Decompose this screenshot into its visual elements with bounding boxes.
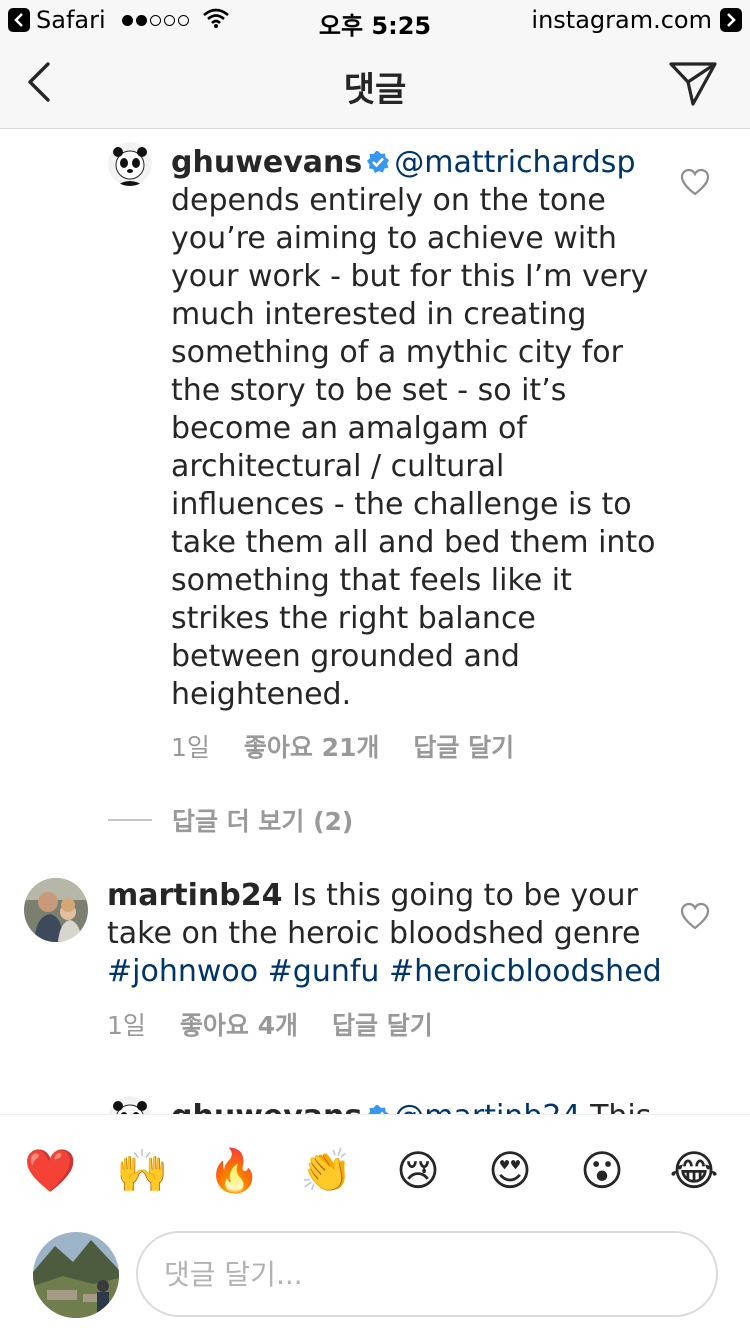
comment-text: ghuwevans @mattrichardsp depends entirely… bbox=[171, 144, 661, 714]
paper-plane-icon[interactable] bbox=[668, 58, 718, 108]
comment-item: ghuwevans @martinb24 This bbox=[0, 1092, 750, 1114]
emoji-quick-bar: ❤️ 🙌 🔥 👏 😢 😍 😮 😂 bbox=[0, 1114, 750, 1224]
verified-badge-icon bbox=[366, 146, 390, 173]
comment-text: ghuwevans @martinb24 This bbox=[171, 1098, 731, 1114]
comment-mention[interactable]: @martinb24 bbox=[394, 1099, 580, 1114]
nav-bar: 댓글 bbox=[0, 40, 750, 129]
comment-line: depends entirely on the tone bbox=[171, 183, 606, 218]
emoji-laughing-button[interactable]: 😂 bbox=[668, 1145, 720, 1197]
emoji-raised-hands-button[interactable]: 🙌 bbox=[116, 1145, 168, 1197]
comment-body: This bbox=[590, 1099, 651, 1114]
comment-item: martinb24 Is this going to be your take … bbox=[0, 870, 750, 1070]
comment-username[interactable]: martinb24 bbox=[107, 878, 283, 913]
comment-line: your work - but for this I’m very bbox=[171, 259, 649, 294]
avatar[interactable] bbox=[24, 878, 88, 942]
host-label: instagram.com bbox=[531, 6, 712, 34]
comment-hashtags[interactable]: #johnwoo #gunfu #heroicbloodshed bbox=[107, 953, 667, 991]
comment-line: heightened. bbox=[171, 677, 352, 712]
comment-line: something of a mythic city for bbox=[171, 335, 623, 370]
comment-meta: 1일 좋아요 4개 답글 달기 bbox=[107, 1006, 433, 1042]
verified-badge-icon bbox=[366, 1100, 390, 1114]
comment-composer bbox=[0, 1224, 750, 1334]
comment-mention[interactable]: @mattrichardsp bbox=[394, 145, 635, 180]
emoji-heart-eyes-button[interactable]: 😍 bbox=[484, 1145, 536, 1197]
view-more-replies[interactable]: 답글 더 보기 (2) bbox=[108, 802, 353, 838]
comment-line: influences - the challenge is to bbox=[171, 487, 632, 522]
avatar bbox=[33, 1232, 119, 1318]
page-title: 댓글 bbox=[343, 70, 407, 110]
avatar[interactable] bbox=[108, 1096, 152, 1114]
comment-line: between grounded and bbox=[171, 639, 520, 674]
comment-date: 1일 bbox=[107, 1011, 146, 1040]
comment-username[interactable]: ghuwevans bbox=[171, 145, 362, 180]
emoji-surprised-button[interactable]: 😮 bbox=[576, 1145, 628, 1197]
reply-button[interactable]: 답글 달기 bbox=[413, 728, 514, 764]
view-more-replies-label: 답글 더 보기 (2) bbox=[172, 807, 354, 836]
comment-input[interactable] bbox=[136, 1231, 718, 1317]
comment-line: something that feels like it bbox=[171, 563, 572, 598]
emoji-crying-button[interactable]: 😢 bbox=[392, 1145, 444, 1197]
divider-line bbox=[108, 819, 152, 821]
comment-meta: 1일 좋아요 21개 답글 달기 bbox=[171, 728, 514, 764]
comment-body: Is this going to be your bbox=[292, 878, 638, 913]
comment-line: the story to be set - so it’s bbox=[171, 373, 567, 408]
emoji-fire-button[interactable]: 🔥 bbox=[208, 1145, 260, 1197]
comment-line: become an amalgam of bbox=[171, 411, 527, 446]
reply-button[interactable]: 답글 달기 bbox=[332, 1006, 433, 1042]
comment-item: ghuwevans @mattrichardsp depends entirely… bbox=[0, 130, 750, 790]
status-bar: Safari 오후 5:25 instagram.com bbox=[0, 0, 750, 40]
comment-line: take on the heroic bloodshed genre bbox=[107, 916, 641, 951]
comment-likes[interactable]: 좋아요 21개 bbox=[244, 728, 380, 764]
comment-line: much interested in creating bbox=[171, 297, 587, 332]
comment-date: 1일 bbox=[171, 733, 210, 762]
avatar[interactable] bbox=[108, 142, 152, 186]
host-link[interactable]: instagram.com bbox=[531, 6, 742, 34]
comment-likes[interactable]: 좋아요 4개 bbox=[180, 1006, 298, 1042]
emoji-clap-button[interactable]: 👏 bbox=[300, 1145, 352, 1197]
heart-icon[interactable] bbox=[680, 168, 710, 196]
emoji-heart-button[interactable]: ❤️ bbox=[24, 1145, 76, 1197]
comment-line: you’re aiming to achieve with bbox=[171, 221, 617, 256]
comment-line: take them all and bed them into bbox=[171, 525, 656, 560]
comments-list: ghuwevans @mattrichardsp depends entirely… bbox=[0, 130, 750, 1114]
comment-line: architectural / cultural bbox=[171, 449, 505, 484]
comment-line: martinb24 Is this going to be your bbox=[107, 877, 667, 915]
comment-line: strikes the right balance bbox=[171, 601, 536, 636]
forward-app-icon bbox=[720, 8, 742, 32]
comment-text: martinb24 Is this going to be your take … bbox=[107, 877, 667, 991]
comment-username[interactable]: ghuwevans bbox=[171, 1099, 362, 1114]
heart-icon[interactable] bbox=[680, 902, 710, 930]
